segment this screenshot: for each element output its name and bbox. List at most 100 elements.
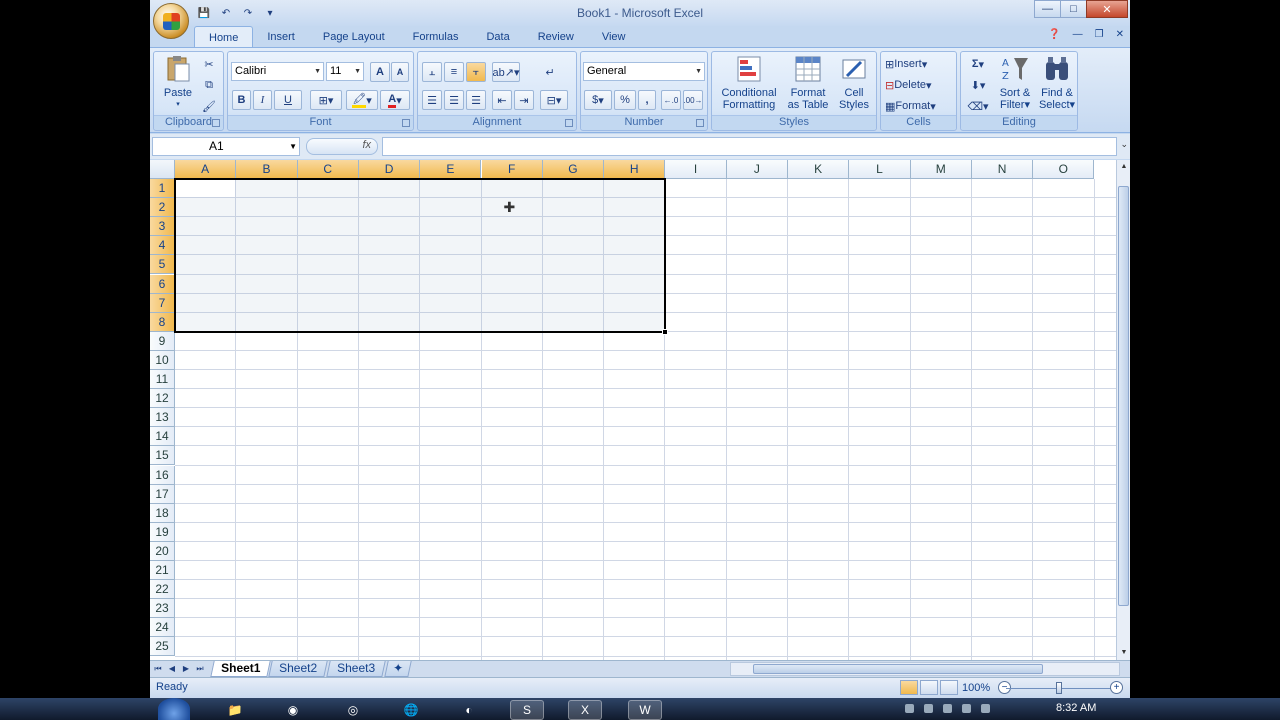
customize-icon[interactable]: ▾: [262, 5, 278, 21]
column-header-m[interactable]: M: [910, 160, 972, 179]
align-middle-icon[interactable]: ≡: [444, 62, 464, 82]
merge-center-icon[interactable]: ⊟▾: [540, 90, 568, 110]
explorer-icon[interactable]: 📁: [218, 700, 252, 720]
selected-range[interactable]: [174, 178, 667, 333]
page-break-view-icon[interactable]: [940, 680, 958, 695]
scroll-up-icon[interactable]: ▲: [1118, 160, 1130, 174]
column-header-n[interactable]: N: [971, 160, 1034, 179]
camera-icon[interactable]: ◐: [452, 700, 486, 720]
align-right-icon[interactable]: ☰: [466, 90, 486, 110]
tray-icon[interactable]: [905, 704, 914, 713]
increase-decimal-icon[interactable]: ←.0: [661, 90, 681, 110]
borders-button[interactable]: ⊞▾: [310, 90, 342, 110]
insert-function-button[interactable]: fx: [306, 138, 378, 155]
row-header-10[interactable]: 10: [150, 350, 175, 370]
font-color-button[interactable]: A ▾: [380, 90, 410, 110]
row-header-15[interactable]: 15: [150, 446, 175, 466]
align-top-icon[interactable]: ⫠: [422, 62, 442, 82]
zoom-level[interactable]: 100%: [962, 682, 990, 694]
fill-color-button[interactable]: 🖍 ▾: [346, 90, 378, 110]
tab-review[interactable]: Review: [524, 26, 588, 48]
vertical-scroll-thumb[interactable]: [1118, 186, 1129, 606]
alignment-launcher-icon[interactable]: [565, 119, 573, 127]
save-icon[interactable]: 💾: [196, 5, 212, 21]
column-header-b[interactable]: B: [236, 160, 298, 179]
tray-icon[interactable]: [943, 704, 952, 713]
close-button[interactable]: ✕: [1086, 0, 1128, 18]
grow-font-button[interactable]: A: [370, 62, 390, 82]
decrease-decimal-icon[interactable]: .00→: [683, 90, 703, 110]
minimize-button[interactable]: —: [1034, 0, 1061, 18]
format-cells-button[interactable]: ▦ Format ▾: [885, 96, 951, 116]
zoom-slider-thumb[interactable]: [1056, 682, 1062, 694]
row-header-16[interactable]: 16: [150, 465, 175, 485]
currency-button[interactable]: $ ▾: [584, 90, 612, 110]
decrease-indent-icon[interactable]: ⇤: [492, 90, 512, 110]
fill-icon[interactable]: ⬇▾: [965, 75, 991, 95]
font-launcher-icon[interactable]: [402, 119, 410, 127]
bold-button[interactable]: B: [232, 90, 251, 110]
select-all-button[interactable]: [150, 160, 175, 179]
tray-icon[interactable]: [924, 704, 933, 713]
row-header-14[interactable]: 14: [150, 427, 175, 447]
row-header-6[interactable]: 6: [150, 274, 175, 294]
tab-formulas[interactable]: Formulas: [399, 26, 473, 48]
maximize-button[interactable]: □: [1060, 0, 1087, 18]
page-layout-view-icon[interactable]: [920, 680, 938, 695]
row-header-8[interactable]: 8: [150, 312, 175, 332]
row-header-20[interactable]: 20: [150, 541, 175, 561]
tab-view[interactable]: View: [588, 26, 640, 48]
format-painter-icon[interactable]: 🖌: [200, 96, 218, 116]
chrome-icon[interactable]: ◎: [336, 700, 370, 720]
row-header-5[interactable]: 5: [150, 255, 175, 275]
horizontal-scroll-thumb[interactable]: [753, 664, 1043, 674]
sort-filter-button[interactable]: AZ Sort & Filter▾: [995, 54, 1035, 111]
tray-icon[interactable]: [962, 704, 971, 713]
row-header-2[interactable]: 2: [150, 198, 175, 218]
column-header-c[interactable]: C: [297, 160, 359, 179]
clipboard-launcher-icon[interactable]: [212, 119, 220, 127]
row-header-24[interactable]: 24: [150, 618, 175, 638]
column-header-g[interactable]: G: [542, 160, 605, 179]
firefox-icon[interactable]: 🌐: [394, 700, 428, 720]
autosum-button[interactable]: Σ ▾: [965, 54, 991, 74]
taskbar-clock[interactable]: 8:32 AM: [1056, 702, 1096, 714]
align-bottom-icon[interactable]: ⫟: [466, 62, 486, 82]
paste-button[interactable]: Paste ▾: [160, 54, 196, 111]
word-taskbar-icon[interactable]: W: [628, 700, 662, 720]
row-header-1[interactable]: 1: [150, 179, 175, 199]
active-cell[interactable]: [176, 180, 236, 198]
next-sheet-icon[interactable]: ▶: [180, 662, 192, 676]
tray-icon[interactable]: [981, 704, 990, 713]
tab-home[interactable]: Home: [194, 26, 254, 48]
ribbon-close-icon[interactable]: ✕: [1116, 29, 1124, 40]
increase-indent-icon[interactable]: ⇥: [514, 90, 534, 110]
formula-input[interactable]: [382, 137, 1117, 156]
excel-taskbar-icon[interactable]: X: [568, 700, 602, 720]
scroll-down-icon[interactable]: ▼: [1118, 646, 1130, 660]
row-header-11[interactable]: 11: [150, 370, 175, 390]
prev-sheet-icon[interactable]: ◀: [166, 662, 178, 676]
media-player-icon[interactable]: ◉: [276, 700, 310, 720]
tab-page-layout[interactable]: Page Layout: [309, 26, 399, 48]
tab-data[interactable]: Data: [472, 26, 523, 48]
start-button[interactable]: [158, 698, 190, 720]
row-header-13[interactable]: 13: [150, 408, 175, 428]
row-header-22[interactable]: 22: [150, 580, 175, 600]
font-size-combo[interactable]: 11 ▼: [326, 62, 364, 81]
number-launcher-icon[interactable]: [696, 119, 704, 127]
column-header-k[interactable]: K: [788, 160, 850, 179]
tab-insert[interactable]: Insert: [253, 26, 309, 48]
zoom-in-icon[interactable]: +: [1110, 681, 1123, 694]
font-name-combo[interactable]: Calibri ▼: [231, 62, 324, 81]
fill-handle[interactable]: [662, 328, 669, 335]
column-header-l[interactable]: L: [849, 160, 911, 179]
sheet-tab-sheet1[interactable]: Sheet1: [210, 661, 272, 677]
row-header-3[interactable]: 3: [150, 217, 175, 237]
first-sheet-icon[interactable]: ⏮: [152, 662, 164, 676]
align-center-icon[interactable]: ☰: [444, 90, 464, 110]
column-header-f[interactable]: F: [481, 160, 543, 179]
find-select-button[interactable]: Find & Select▾: [1037, 54, 1077, 111]
row-header-4[interactable]: 4: [150, 236, 175, 256]
format-as-table-button[interactable]: Format as Table: [782, 54, 834, 111]
